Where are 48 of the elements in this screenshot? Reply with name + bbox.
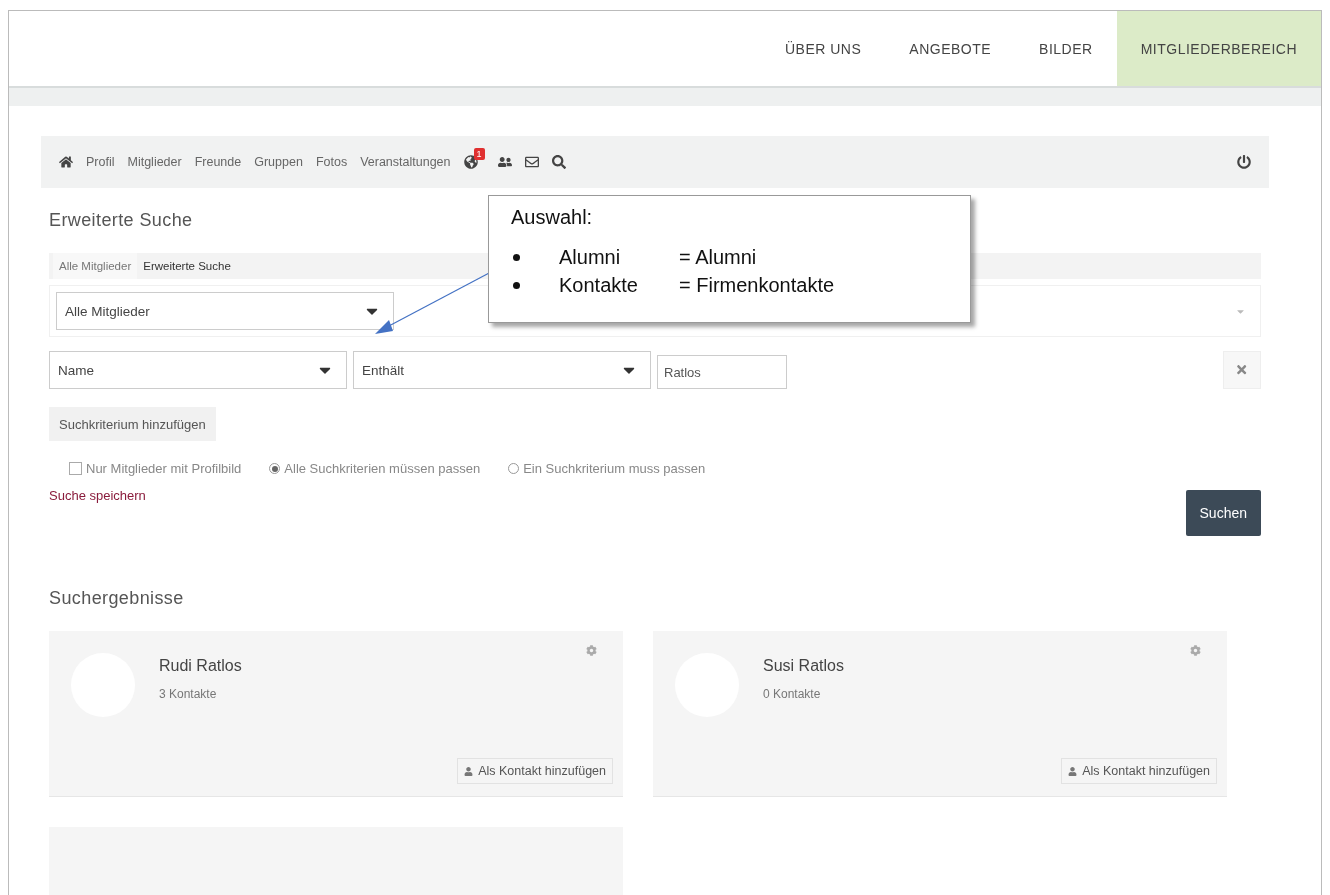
- close-icon: [1235, 363, 1249, 377]
- nav-tab[interactable]: BILDER: [1015, 11, 1117, 86]
- contact-count: 3 Kontakte: [159, 687, 218, 701]
- value-field[interactable]: Ratlos: [657, 355, 787, 389]
- option-label: Ein Suchkriterium muss passen: [523, 461, 706, 476]
- search-button[interactable]: Suchen: [1185, 490, 1261, 536]
- notification-badge: 1: [473, 148, 485, 160]
- search-icon[interactable]: [551, 155, 566, 169]
- breadcrumb-tab[interactable]: Alle Mitglieder: [53, 253, 138, 279]
- option-label: Alle Suchkriterien müssen passen: [284, 461, 481, 476]
- nav-tab[interactable]: MITGLIEDERBEREICH: [1116, 11, 1321, 86]
- checkbox[interactable]: [69, 462, 82, 475]
- toolbar-link[interactable]: Freunde: [194, 155, 242, 169]
- callout-title: Auswahl:: [511, 206, 594, 229]
- member-type-select[interactable]: Alle Mitglieder: [56, 292, 394, 330]
- callout-term: Alumni: [559, 245, 622, 269]
- person-icon: [1068, 766, 1078, 776]
- users-icon[interactable]: [497, 155, 512, 169]
- nav-tab[interactable]: ANGEBOTE: [885, 11, 1016, 86]
- member-name[interactable]: Susi Ratlos: [763, 657, 844, 675]
- save-search-link[interactable]: Suche speichern: [49, 488, 146, 503]
- add-criterion-button[interactable]: Suchkriterium hinzufügen: [49, 407, 216, 441]
- globe-icon[interactable]: [463, 155, 478, 169]
- callout-meaning: = Firmenkontakte: [679, 273, 835, 297]
- remove-button[interactable]: [1223, 351, 1261, 389]
- member-name[interactable]: Rudi Ratlos: [159, 657, 242, 675]
- field-select[interactable]: Name: [49, 351, 347, 389]
- callout-meaning: = Alumni: [679, 245, 757, 269]
- toolbar-link[interactable]: Veranstaltungen: [360, 155, 451, 169]
- toolbar-link[interactable]: Gruppen: [254, 155, 303, 169]
- home-icon[interactable]: [59, 155, 73, 169]
- page-title: Erweiterte Suche: [49, 210, 193, 231]
- bullet-icon: [513, 253, 520, 261]
- mail-icon[interactable]: [524, 155, 539, 169]
- results-title: Suchergebnisse: [49, 588, 185, 609]
- operator-select[interactable]: Enthält: [353, 351, 651, 389]
- nav-tab[interactable]: ÜBER UNS: [760, 11, 886, 86]
- contact-count: 0 Kontakte: [763, 687, 822, 701]
- toolbar-link[interactable]: Fotos: [315, 155, 348, 169]
- add-contact-button[interactable]: Als Kontakt hinzufügen: [457, 758, 613, 784]
- person-icon: [464, 766, 474, 776]
- toolbar-link[interactable]: Profil: [86, 155, 115, 169]
- toolbar-link[interactable]: Mitglieder: [127, 155, 182, 169]
- option-label: Nur Mitglieder mit Profilbild: [86, 461, 242, 476]
- callout-term: Kontakte: [559, 273, 639, 297]
- add-contact-button[interactable]: Als Kontakt hinzufügen: [1061, 758, 1217, 784]
- power-icon[interactable]: [1237, 155, 1251, 169]
- bullet-icon: [513, 281, 520, 289]
